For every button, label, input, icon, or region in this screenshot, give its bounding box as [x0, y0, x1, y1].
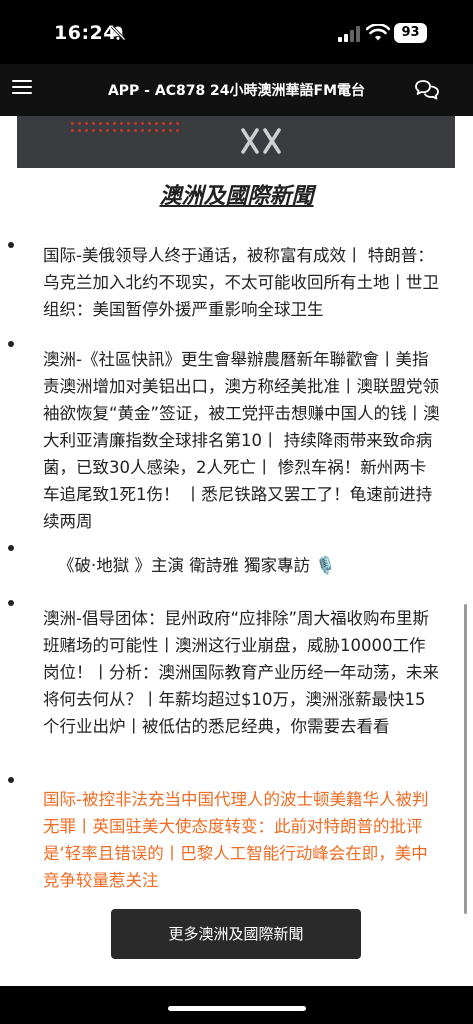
banner-dot — [169, 129, 172, 132]
list-bullet — [8, 242, 14, 248]
banner-dot — [176, 129, 179, 132]
banner-dot — [78, 122, 81, 125]
news-item-text[interactable]: 国际-美俄领导人终于通话，被称富有成效丨 特朗普：乌克兰加入北约不现实，不太可能… — [43, 242, 441, 323]
banner-dot — [113, 122, 116, 125]
banner-dot — [169, 122, 172, 125]
xx-logo-icon — [241, 128, 281, 154]
banner-dot — [148, 129, 151, 132]
banner-dot — [120, 129, 123, 132]
home-indicator[interactable] — [168, 1006, 306, 1011]
banner-dot — [176, 122, 179, 125]
news-item-text[interactable]: 澳洲-《社區快訊》更生會舉辦農曆新年聯歡會丨美指责澳洲增加对美铝出口，澳方称经美… — [43, 346, 441, 535]
banner-dot — [162, 129, 165, 132]
status-time: 16:24 — [54, 22, 117, 44]
banner — [17, 116, 455, 168]
status-bar: 16:24 93 — [0, 0, 473, 64]
banner-dot — [92, 122, 95, 125]
news-item-text[interactable]: 澳洲-倡导团体：昆州政府“应排除”周大福收购布里斯班赌场的可能性丨澳洲这行业崩盘… — [43, 605, 441, 740]
banner-dot — [99, 129, 102, 132]
battery-icon: 93 — [394, 23, 427, 43]
chat-bubbles-icon[interactable] — [414, 78, 440, 102]
wifi-icon — [366, 24, 390, 41]
app-header: APP - AC878 24小時澳洲華語FM電台 — [0, 64, 473, 116]
banner-dot — [134, 129, 137, 132]
bottom-bar — [0, 986, 473, 1024]
signal-icon — [338, 26, 360, 42]
banner-dot — [99, 122, 102, 125]
banner-dot — [155, 122, 158, 125]
list-bullet — [8, 600, 14, 606]
banner-dot — [106, 122, 109, 125]
banner-dot — [71, 122, 74, 125]
list-bullet — [8, 777, 14, 783]
banner-dot — [141, 129, 144, 132]
banner-dot — [85, 129, 88, 132]
banner-dot — [134, 122, 137, 125]
more-news-button[interactable]: 更多澳洲及國際新聞 — [111, 909, 361, 959]
list-bullet — [8, 545, 14, 551]
content-area: 澳洲及國際新聞 国际-美俄领导人终于通话，被称富有成效丨 特朗普：乌克兰加入北约… — [0, 116, 473, 986]
banner-dot — [71, 129, 74, 132]
banner-dot — [148, 122, 151, 125]
app-title: APP - AC878 24小時澳洲華語FM電台 — [107, 83, 366, 99]
scrollbar[interactable] — [464, 604, 467, 914]
banner-dot — [106, 129, 109, 132]
banner-dot — [85, 122, 88, 125]
section-title: 澳洲及國際新聞 — [159, 184, 314, 209]
banner-dot — [127, 129, 130, 132]
list-bullet — [8, 341, 14, 347]
bell-slash-icon — [110, 25, 126, 41]
hamburger-menu-icon[interactable] — [12, 80, 32, 100]
news-item-text[interactable]: 国际-被控非法充当中国代理人的波士顿美籍华人被判无罪丨英国驻美大使态度转变：此前… — [43, 786, 441, 894]
banner-dot — [120, 122, 123, 125]
banner-dot — [92, 129, 95, 132]
banner-dot — [127, 122, 130, 125]
banner-dot — [113, 129, 116, 132]
banner-dot — [141, 122, 144, 125]
news-item-text[interactable]: 《破·地獄 》主演 衛詩雅 獨家專訪 🎙️ — [58, 552, 378, 579]
banner-dot — [78, 129, 81, 132]
banner-dot — [155, 129, 158, 132]
banner-dot — [162, 122, 165, 125]
